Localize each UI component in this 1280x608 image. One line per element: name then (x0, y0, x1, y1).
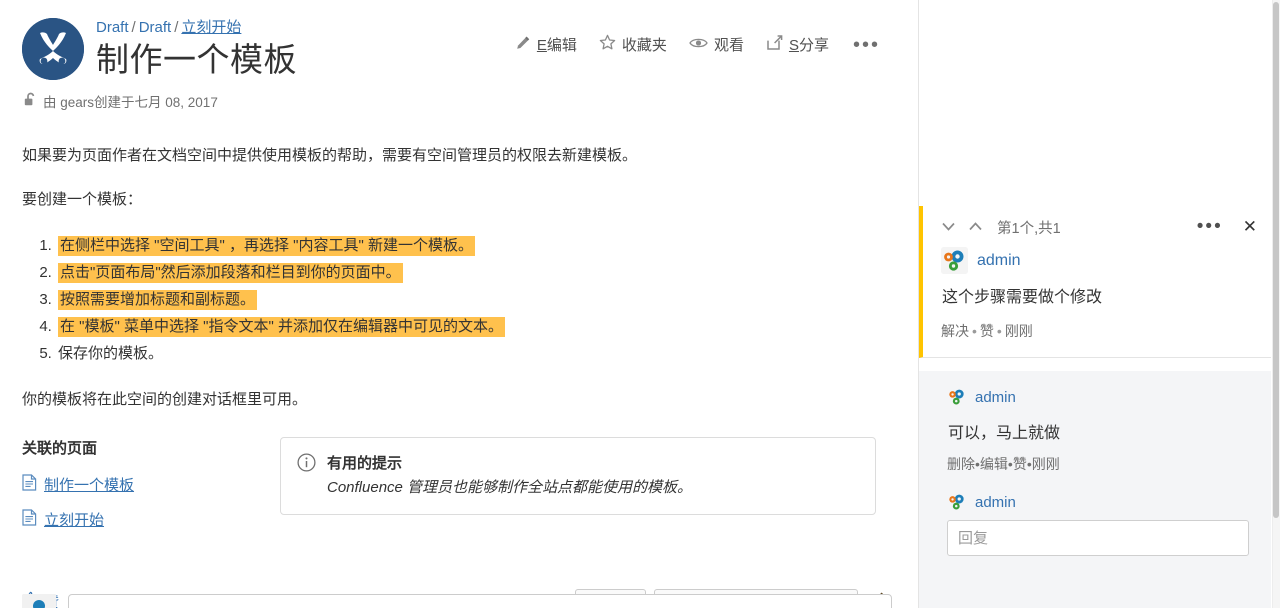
comment-input[interactable] (68, 594, 892, 608)
share-button[interactable]: S分享 (766, 34, 829, 55)
related-page-link[interactable]: 制作一个模板 (22, 474, 280, 495)
reply-like-action[interactable]: 赞 (1013, 456, 1027, 472)
list-item: 保存你的模板。 (56, 341, 898, 367)
chevron-up-icon[interactable] (968, 219, 983, 235)
star-icon (599, 34, 616, 55)
list-item: 在 "模板" 菜单中选择 "指令文本" 并添加仅在编辑器中可见的文本。 (56, 314, 898, 340)
related-pages-section: 关联的页面 制作一个模板 立刻开始 (22, 437, 280, 544)
intro-paragraph: 如果要为页面作者在文档空间中提供使用模板的帮助，需要有空间管理员的权限去新建模板… (22, 147, 638, 164)
gears-avatar-icon[interactable] (947, 387, 967, 407)
breadcrumb-separator: / (131, 19, 136, 36)
step-text: 点击"页面布局"然后添加段落和栏目到你的页面中。 (58, 263, 403, 283)
inline-comment-header: 第1个,共1 ••• ✕ (941, 216, 1257, 238)
comment-resolve-action[interactable]: 解决 (941, 323, 969, 339)
breadcrumb-item-2[interactable]: 立刻开始 (181, 19, 241, 36)
list-item: 在侧栏中选择 "空间工具" ，再选择 "内容工具" 新建一个模板。 (56, 233, 898, 259)
comment-author-row: admin (941, 247, 1257, 274)
info-circle-icon (297, 452, 316, 498)
page-content: 如果要为页面作者在文档空间中提供使用模板的帮助，需要有空间管理员的权限去新建模板… (22, 145, 898, 608)
reply-author-name[interactable]: admin (975, 389, 1016, 406)
breadcrumb-separator: / (174, 19, 179, 36)
inline-comment-header-actions: ••• ✕ (1197, 217, 1257, 236)
action-separator: • (972, 323, 977, 339)
reply-item: admin 可以，马上就做 删除•编辑•赞•刚刚 (947, 387, 1249, 474)
watch-label: 观看 (713, 37, 744, 54)
share-label: 分享 (798, 37, 829, 54)
info-panel: 有用的提示 Confluence 管理员也能够制作全站点都能使用的模板。 (280, 437, 876, 515)
reply-input[interactable] (947, 520, 1249, 556)
comment-counter: 第1个,共1 (997, 220, 1061, 237)
info-panel-title: 有用的提示 (327, 455, 403, 472)
confluence-space-logo-icon[interactable] (22, 18, 84, 80)
sidebar-scrollbar[interactable] (1272, 0, 1280, 608)
info-panel-body: Confluence 管理员也能够制作全站点都能使用的模板。 (327, 479, 693, 496)
inline-comment-sidebar: 第1个,共1 ••• ✕ admin 这个步骤需要做个修改 解决 • 赞 • 刚… (918, 0, 1280, 608)
step-text: 在侧栏中选择 "空间工具" ，再选择 "内容工具" 新建一个模板。 (58, 236, 475, 256)
edit-shortcut-key: E (536, 37, 547, 54)
inline-comment-card: 第1个,共1 ••• ✕ admin 这个步骤需要做个修改 解决 • 赞 • 刚… (919, 206, 1271, 358)
related-page-label: 立刻开始 (44, 512, 105, 529)
page-document-icon (22, 474, 37, 495)
sidebar-scrollbar-thumb[interactable] (1273, 2, 1279, 518)
gears-avatar-icon[interactable] (947, 492, 967, 512)
reply-compose-block: admin (947, 492, 1249, 556)
reply-delete-action[interactable]: 删除 (947, 456, 975, 472)
related-page-link[interactable]: 立刻开始 (22, 509, 280, 530)
ellipsis-icon[interactable]: ••• (1197, 217, 1223, 236)
comment-replies-section: admin 可以，马上就做 删除•编辑•赞•刚刚 admin 回复 (919, 371, 1271, 608)
comment-timestamp: 刚刚 (1004, 323, 1033, 339)
steps-list: 在侧栏中选择 "空间工具" ，再选择 "内容工具" 新建一个模板。 点击"页面布… (22, 233, 898, 367)
more-actions-icon[interactable]: ••• (851, 35, 882, 55)
close-icon[interactable]: ✕ (1243, 218, 1257, 235)
page-main-column: Draft / Draft / 立刻开始 制作一个模板 由 gears创建于七月 08,… (0, 0, 918, 608)
chevron-down-icon[interactable] (941, 219, 956, 235)
reply-timestamp: 刚刚 (1031, 456, 1060, 472)
step-text: 在 "模板" 菜单中选择 "指令文本" 并添加仅在编辑器中可见的文本。 (58, 317, 505, 337)
favorite-label: 收藏夹 (621, 37, 667, 54)
comment-compose-row (22, 594, 892, 608)
comment-author-name[interactable]: admin (977, 252, 1021, 270)
reply-author-row: admin (947, 387, 1249, 407)
reply-compose-author-row: admin (947, 492, 1249, 512)
related-page-label: 制作一个模板 (44, 477, 135, 494)
page-byline: 由 gears创建于七月 08, 2017 (24, 91, 898, 111)
list-item: 点击"页面布局"然后添加段落和栏目到你的页面中。 (56, 260, 898, 286)
comment-nav (941, 219, 983, 235)
user-avatar-icon[interactable] (22, 594, 56, 608)
edit-button[interactable]: E编辑 (515, 34, 577, 55)
page-document-icon (22, 509, 37, 530)
comment-body: 这个步骤需要做个修改 (942, 289, 1103, 306)
favorite-button[interactable]: 收藏夹 (599, 34, 667, 55)
page-actions-toolbar: E编辑 收藏夹 观看 S分享 ••• (515, 34, 882, 55)
share-icon (766, 34, 783, 55)
reply-actions: 删除•编辑•赞•刚刚 (947, 454, 1249, 474)
step-text: 保存你的模板。 (58, 345, 164, 362)
closing-paragraph: 你的模板将在此空间的创建对话框里可用。 (22, 391, 308, 408)
reply-body: 可以，马上就做 (948, 425, 1061, 442)
gears-avatar-icon[interactable] (941, 247, 968, 274)
reply-edit-action[interactable]: 编辑 (980, 456, 1008, 472)
comment-actions: 解决 • 赞 • 刚刚 (941, 321, 1257, 341)
lead-in-paragraph: 要创建一个模板： (22, 191, 143, 208)
step-text: 按照需要增加标题和副标题。 (58, 290, 258, 310)
watch-button[interactable]: 观看 (689, 34, 744, 55)
share-shortcut-key: S (788, 37, 799, 54)
pencil-icon (515, 35, 531, 55)
related-and-tip-row: 关联的页面 制作一个模板 立刻开始 有用的提示 Confluence 管理员也能… (22, 437, 898, 544)
action-separator: • (996, 323, 1002, 339)
unlocked-padlock-icon (24, 92, 37, 110)
page-header: Draft / Draft / 立刻开始 制作一个模板 由 gears创建于七月 08,… (22, 16, 898, 111)
breadcrumb-item-1[interactable]: Draft (139, 19, 172, 36)
related-pages-heading: 关联的页面 (22, 440, 98, 457)
eye-icon (689, 36, 708, 54)
comment-like-action[interactable]: 赞 (980, 323, 994, 339)
reply-compose-author-name[interactable]: admin (975, 494, 1016, 511)
byline-text: 由 gears创建于七月 08, 2017 (43, 95, 218, 110)
list-item: 按照需要增加标题和副标题。 (56, 287, 898, 313)
breadcrumb-item-0[interactable]: Draft (96, 19, 129, 36)
edit-label: 编辑 (546, 37, 577, 54)
